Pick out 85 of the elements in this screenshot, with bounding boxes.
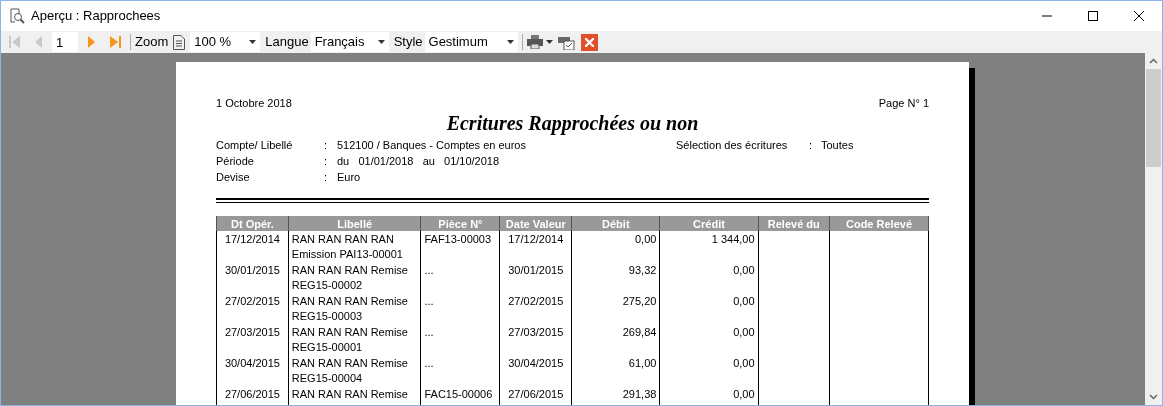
table-cell: 27/06/2015	[224, 388, 280, 400]
close-icon	[1134, 11, 1144, 21]
table-cell: 27/02/2015	[224, 295, 280, 307]
field-value: du 01/01/2018 au 01/10/2018	[337, 154, 500, 169]
report-date: 1 Octobre 2018	[216, 96, 292, 111]
table-cell: 0,00	[733, 326, 755, 338]
table-cell: 17/12/2014	[508, 233, 564, 245]
table-cell: 30/04/2015	[224, 357, 280, 369]
window-title: Aperçu : Rapprochees	[31, 7, 161, 26]
field-value: Euro	[337, 170, 361, 185]
table-cell: ...	[424, 295, 434, 307]
field-label: Période	[216, 154, 255, 169]
field-label: Devise	[216, 170, 251, 185]
caret-icon	[506, 40, 514, 44]
caret-icon	[377, 40, 385, 44]
table-cell: 0,00	[733, 295, 755, 307]
colon-separator: :	[324, 139, 328, 151]
table-cell: FAF13-00003	[424, 233, 492, 245]
table-cell: 0,00	[733, 264, 755, 276]
table-cell: 269,84	[622, 326, 657, 338]
colon-separator: :	[324, 171, 328, 183]
table-cell: RAN RAN RAN Remise REG15-00002	[291, 264, 408, 291]
table-cell: 0,00	[634, 233, 657, 245]
column-header: Pièce N°	[420, 216, 500, 231]
close-preview-button[interactable]	[580, 33, 598, 51]
table-cell: 61,00	[628, 357, 657, 369]
table-cell: ...	[424, 357, 434, 369]
table-cell: RAN RAN RAN Remise REG15-00004	[291, 357, 408, 384]
scroll-down-icon	[1149, 394, 1158, 400]
magnifier-page-icon	[9, 8, 25, 24]
table-cell: 1 344,00	[711, 233, 755, 245]
caret-icon	[545, 40, 553, 44]
table-cell: 93,32	[628, 264, 657, 276]
table-cell: 27/06/2015	[508, 388, 564, 400]
field-value: Toutes	[821, 138, 854, 153]
column-header: Date Valeur	[499, 216, 572, 231]
table-cell: RAN RAN RAN Remise REG15-00003	[291, 295, 408, 322]
table-cell: 17/12/2014	[224, 233, 280, 245]
style-label: Style	[393, 33, 423, 52]
page-number: Page N° 1	[878, 96, 929, 111]
table-cell: RAN RAN RAN Remise	[291, 388, 408, 400]
column-header: Débit	[571, 216, 660, 231]
print-preview-icon	[557, 34, 576, 50]
scroll-up-icon	[1149, 58, 1158, 64]
table-cell: 275,20	[622, 295, 657, 307]
close-icon	[584, 37, 594, 47]
print-button[interactable]	[526, 32, 553, 52]
colon-separator: :	[324, 155, 328, 167]
column-header: Crédit	[659, 216, 759, 231]
table-cell: 30/01/2015	[224, 264, 280, 276]
table-cell: 0,00	[733, 388, 755, 400]
colon-separator: :	[809, 139, 813, 151]
document-icon	[173, 34, 186, 50]
bar-triangle-icon	[107, 34, 123, 50]
table-cell: ...	[424, 326, 434, 338]
field-value: 512100 / Banques - Comptes en euros	[337, 138, 526, 153]
field-label: Compte/ Libellé	[216, 138, 294, 153]
language-label: Langue	[265, 33, 309, 52]
printer-icon	[526, 35, 543, 49]
table-cell: 27/03/2015	[224, 326, 280, 338]
column-header: Code Relevé	[829, 216, 929, 231]
table-cell: 27/02/2015	[508, 295, 564, 307]
style-dropdown[interactable]: Gestimum	[424, 32, 518, 52]
zoom-label: Zoom	[135, 33, 169, 52]
column-header: Relevé du	[758, 216, 830, 231]
field-label: Sélection des écritures	[676, 138, 789, 153]
bar-triangle-icon	[7, 34, 23, 50]
table-cell: 291,38	[622, 388, 657, 400]
page-number-field[interactable]: 1	[52, 32, 78, 52]
column-header: Dt Opér.	[216, 216, 289, 231]
table-cell: 30/01/2015	[508, 264, 564, 276]
zoom-dropdown[interactable]: 100 %	[190, 32, 261, 52]
language-dropdown[interactable]: Français	[310, 32, 389, 52]
table-cell: 27/03/2015	[508, 326, 564, 338]
table-cell: RAN RAN RAN RAN Emission PAI13-00001	[291, 233, 403, 260]
report-title: Ecritures Rapprochées ou non	[446, 111, 699, 134]
table-cell: 0,00	[733, 357, 755, 369]
table-cell: 30/04/2015	[508, 357, 564, 369]
maximize-icon	[1088, 11, 1098, 21]
table-cell: ...	[424, 264, 434, 276]
scrollbar-thumb[interactable]	[1146, 69, 1161, 167]
table-cell: FAC15-00006	[424, 388, 493, 400]
table-cell: RAN RAN RAN Remise REG15-00001	[291, 326, 408, 353]
column-header: Libellé	[288, 216, 421, 231]
caret-icon	[249, 40, 257, 44]
